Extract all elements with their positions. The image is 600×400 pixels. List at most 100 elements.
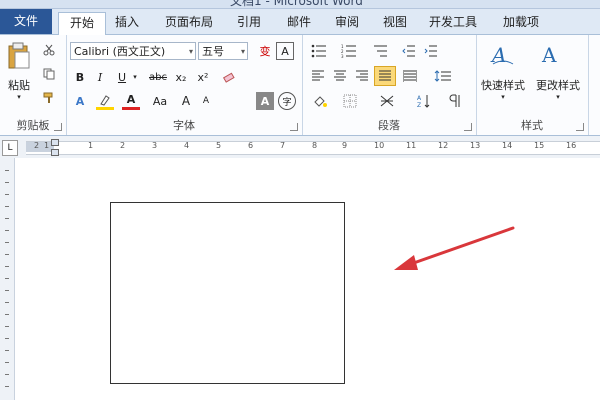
font-size-select[interactable]: 五号 ▾ <box>198 42 248 60</box>
clipboard-launcher-icon[interactable] <box>54 123 62 131</box>
char-border-button[interactable]: A <box>276 42 294 60</box>
red-arrow-annotation <box>394 226 515 270</box>
paste-dropdown-icon[interactable]: ▾ <box>2 93 36 101</box>
paragraph-group: 123 A Z 段落 <box>302 35 477 135</box>
tab-mailings[interactable]: 邮件 <box>278 12 320 33</box>
strikethrough-button[interactable]: abc <box>146 68 170 86</box>
vertical-ruler[interactable] <box>0 158 15 400</box>
first-line-indent-marker[interactable] <box>51 139 59 146</box>
distributed-align-icon[interactable] <box>400 67 420 85</box>
copy-icon[interactable] <box>42 67 56 81</box>
decrease-indent-icon[interactable] <box>400 42 418 60</box>
font-color-button[interactable]: A <box>122 92 140 110</box>
ruler-number: 4 <box>184 141 190 150</box>
ruler-number: 8 <box>312 141 318 150</box>
quick-styles-icon[interactable]: A <box>488 41 516 69</box>
cut-icon[interactable] <box>42 43 56 57</box>
tab-page-layout[interactable]: 页面布局 <box>154 12 224 33</box>
bullets-icon[interactable] <box>308 42 330 60</box>
ruler-number: 2 <box>34 141 40 150</box>
window-title: 文档1 - Microsoft Word <box>230 0 363 8</box>
increase-indent-icon[interactable] <box>422 42 440 60</box>
format-painter-icon[interactable] <box>42 91 56 105</box>
align-center-icon[interactable] <box>330 67 350 85</box>
hanging-indent-marker[interactable] <box>51 149 59 156</box>
ruler-number: 11 <box>406 141 417 150</box>
chinese-layout-icon[interactable] <box>376 92 398 110</box>
styles-launcher-icon[interactable] <box>576 123 584 131</box>
ruler-number: 1 <box>88 141 94 150</box>
change-styles-button[interactable]: 更改样式 <box>530 77 586 93</box>
line-spacing-icon[interactable] <box>430 67 456 85</box>
quick-styles-button[interactable]: 快速样式 <box>476 77 530 93</box>
paste-icon[interactable] <box>4 41 34 71</box>
ruler-number: 5 <box>216 141 222 150</box>
tab-insert[interactable]: 插入 <box>106 12 148 33</box>
ruler-number: 10 <box>374 141 385 150</box>
ruler-margin-left <box>26 142 54 152</box>
superscript-button[interactable]: x² <box>194 68 212 86</box>
text-effects-button[interactable]: A <box>72 92 88 110</box>
horizontal-ruler[interactable]: L 2 1 1 2 3 4 5 6 7 8 9 10 11 12 13 14 1… <box>0 136 600 159</box>
tab-references[interactable]: 引用 <box>228 12 270 33</box>
paragraph-group-label: 段落 <box>378 119 400 132</box>
multilevel-list-icon[interactable] <box>368 42 392 60</box>
ruler-number: 1 <box>44 141 50 150</box>
ruler-number: 9 <box>342 141 348 150</box>
font-group-label: 字体 <box>173 119 195 132</box>
subscript-button[interactable]: x₂ <box>172 68 190 86</box>
change-case-button[interactable]: Aa <box>148 92 172 110</box>
align-right-icon[interactable] <box>352 67 372 85</box>
numbering-icon[interactable]: 123 <box>338 42 360 60</box>
align-left-icon[interactable] <box>308 67 328 85</box>
italic-button[interactable]: I <box>92 68 108 86</box>
char-shading-button[interactable]: A <box>256 92 274 110</box>
show-marks-icon[interactable] <box>446 92 464 110</box>
svg-text:A: A <box>417 95 422 102</box>
clear-formatting-icon[interactable] <box>220 68 238 86</box>
tab-review[interactable]: 审阅 <box>326 12 368 33</box>
enclose-char-button[interactable]: 字 <box>278 92 296 110</box>
bold-button[interactable]: B <box>72 68 88 86</box>
grow-font-button[interactable]: A <box>178 92 194 110</box>
font-size-value: 五号 <box>202 45 224 58</box>
tab-file[interactable]: 文件 <box>0 9 52 34</box>
paragraph-launcher-icon[interactable] <box>464 123 472 131</box>
font-group: Calibri (西文正文) ▾ 五号 ▾ 变 A B I U ▾ abc x₂… <box>66 35 303 135</box>
font-family-select[interactable]: Calibri (西文正文) ▾ <box>70 42 196 60</box>
svg-text:Z: Z <box>417 102 421 108</box>
shading-icon[interactable] <box>308 92 332 110</box>
svg-text:3: 3 <box>341 54 344 58</box>
change-styles-icon[interactable]: A <box>538 41 566 69</box>
tab-view[interactable]: 视图 <box>374 12 416 33</box>
quick-styles-dropdown-icon[interactable]: ▾ <box>476 93 530 101</box>
styles-group-label: 样式 <box>521 119 543 132</box>
underline-dropdown-icon[interactable]: ▾ <box>130 68 140 86</box>
drawn-rectangle-shape[interactable] <box>110 202 345 384</box>
tab-addins[interactable]: 加载项 <box>492 12 550 33</box>
paste-button[interactable]: 粘贴 <box>2 77 36 93</box>
underline-button[interactable]: U <box>114 68 130 86</box>
borders-icon[interactable] <box>338 92 362 110</box>
clipboard-group: 粘贴 ▾ 剪贴板 <box>0 35 67 135</box>
highlight-color-icon[interactable] <box>96 92 114 110</box>
tab-home[interactable]: 开始 <box>58 12 106 35</box>
chevron-down-icon: ▾ <box>240 47 245 56</box>
svg-text:A: A <box>541 43 557 67</box>
tab-stop-selector-icon[interactable]: L <box>2 140 18 156</box>
tab-developer[interactable]: 开发工具 <box>422 12 484 33</box>
ruler-number: 16 <box>566 141 577 150</box>
ribbon-tab-bar: 文件 开始 插入 页面布局 引用 邮件 审阅 视图 开发工具 加载项 <box>0 9 600 35</box>
font-launcher-icon[interactable] <box>290 123 298 131</box>
ruler-number: 6 <box>248 141 254 150</box>
ruler-number: 15 <box>534 141 545 150</box>
phonetic-guide-button[interactable]: 变 <box>256 42 274 60</box>
justify-icon[interactable] <box>374 66 396 86</box>
svg-text:A: A <box>490 43 506 67</box>
ruler-number: 3 <box>152 141 158 150</box>
ruler-number: 12 <box>438 141 449 150</box>
change-styles-dropdown-icon[interactable]: ▾ <box>530 93 586 101</box>
shrink-font-button[interactable]: A <box>198 92 214 110</box>
font-family-value: Calibri (西文正文) <box>74 45 166 58</box>
sort-icon[interactable]: AZ <box>414 92 434 110</box>
